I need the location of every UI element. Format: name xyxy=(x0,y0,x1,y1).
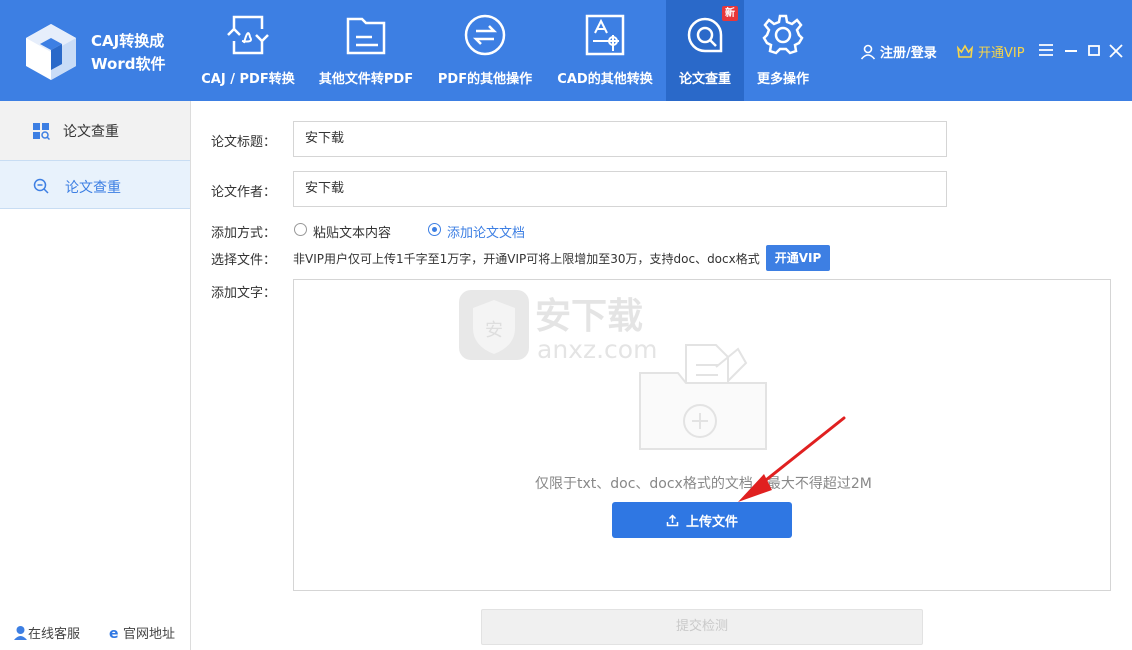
svg-text:安: 安 xyxy=(485,320,503,341)
file-hint: 非VIP用户仅可上传1千字至1万字，开通VIP可将上限增加至30万，支持doc、… xyxy=(293,252,760,266)
method-label: 添加方式： xyxy=(211,226,277,241)
login-text: 注册/登录 xyxy=(880,46,937,61)
crown-icon xyxy=(956,43,974,58)
cad-icon xyxy=(585,14,625,56)
nav-label: 更多操作 xyxy=(756,72,809,87)
app-title-line1: CAJ转换成 xyxy=(91,32,165,50)
nav-label: CAJ / PDF转换 xyxy=(201,72,295,87)
sidebar: 论文查重 论文查重 在线客服 e 官网地址 xyxy=(0,101,191,650)
radio-paste-label[interactable]: 粘贴文本内容 xyxy=(313,222,391,241)
title-input[interactable]: 安下载 xyxy=(293,121,947,157)
sidebar-header-label: 论文查重 xyxy=(63,124,119,140)
radio-add-document[interactable] xyxy=(428,223,441,236)
minimize-icon[interactable] xyxy=(1061,40,1081,60)
app-title: CAJ转换成 Word软件 xyxy=(91,30,165,76)
nav-paper-check[interactable]: 新 论文查重 xyxy=(666,0,744,101)
customer-service-icon xyxy=(14,626,27,640)
open-vip-button[interactable]: 开通VIP xyxy=(766,245,830,271)
file-label: 选择文件： xyxy=(211,253,277,268)
svg-text:e: e xyxy=(109,626,119,640)
text-label: 添加文字： xyxy=(211,286,277,301)
gear-icon xyxy=(762,14,804,55)
author-input[interactable]: 安下载 xyxy=(293,171,947,207)
top-bar: CAJ转换成 Word软件 CAJ / PDF转换 其他文件转PDF PDF的其… xyxy=(0,0,1132,101)
nav-caj-pdf[interactable]: CAJ / PDF转换 xyxy=(194,0,302,101)
login-link[interactable]: 注册/登录 xyxy=(860,42,937,61)
svg-text:安下载: 安下载 xyxy=(535,296,643,337)
upload-button-label: 上传文件 xyxy=(685,514,738,530)
menu-icon[interactable] xyxy=(1036,40,1056,60)
swap-arrows-icon xyxy=(464,14,506,56)
close-icon[interactable] xyxy=(1106,40,1126,60)
nav-other-to-pdf[interactable]: 其他文件转PDF xyxy=(310,0,422,101)
nav-cad-other[interactable]: CAD的其他转换 xyxy=(548,0,662,101)
official-site-text: 官网地址 xyxy=(123,627,176,642)
ie-browser-icon: e xyxy=(109,626,119,640)
grid-search-icon xyxy=(33,123,50,140)
vip-text: 开通VIP xyxy=(978,46,1025,61)
app-logo-icon xyxy=(26,24,76,80)
radio-paste-text[interactable] xyxy=(294,223,307,236)
user-icon xyxy=(860,44,876,60)
upload-icon xyxy=(666,513,679,526)
paper-check-icon xyxy=(687,17,723,53)
nav-more[interactable]: 更多操作 xyxy=(748,0,818,101)
nav-pdf-other[interactable]: PDF的其他操作 xyxy=(430,0,540,101)
official-site-link[interactable]: e 官网地址 xyxy=(108,623,175,642)
maximize-icon[interactable] xyxy=(1084,40,1104,60)
new-badge: 新 xyxy=(722,6,738,21)
app-title-line2: Word软件 xyxy=(91,55,166,73)
nav-label: PDF的其他操作 xyxy=(437,72,533,87)
nav-label: 其他文件转PDF xyxy=(318,72,414,87)
title-label: 论文标题： xyxy=(211,135,277,150)
header-vip-link[interactable]: 开通VIP xyxy=(956,42,1025,61)
folder-file-icon xyxy=(346,17,386,55)
sidebar-item-label: 论文查重 xyxy=(65,180,121,196)
nav-label: 论文查重 xyxy=(678,72,731,87)
radio-doc-label[interactable]: 添加论文文档 xyxy=(447,222,525,241)
submit-check-button[interactable]: 提交检测 xyxy=(481,609,923,645)
red-arrow-icon xyxy=(738,416,846,502)
sidebar-item-paper-check[interactable]: 论文查重 xyxy=(0,160,190,209)
search-icon xyxy=(33,178,49,194)
online-service-link[interactable]: 在线客服 xyxy=(13,623,80,642)
pdf-convert-icon xyxy=(227,15,269,55)
online-service-text: 在线客服 xyxy=(28,627,81,642)
nav-label: CAD的其他转换 xyxy=(557,72,653,87)
author-label: 论文作者： xyxy=(211,185,277,200)
sidebar-header: 论文查重 xyxy=(0,101,190,160)
